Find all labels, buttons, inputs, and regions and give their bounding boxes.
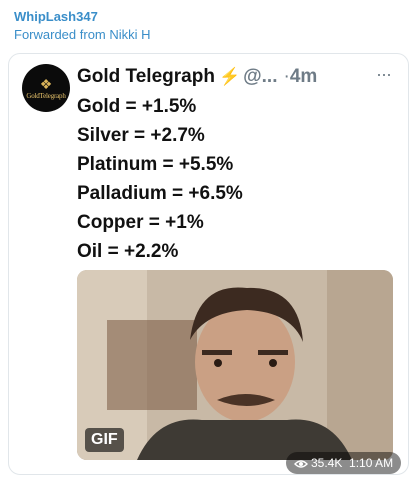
tweet-line-copper: Copper = +1% xyxy=(77,212,204,233)
bolt-icon: ⚡ xyxy=(218,67,241,86)
tweet-card[interactable]: ❖ GoldTelegraph Gold Telegraph ⚡ @... ·4m ·… xyxy=(8,53,409,475)
message-meta: 35.4K 1:10 AM xyxy=(286,452,402,474)
sender-name[interactable]: WhipLash347 xyxy=(14,8,151,26)
gold-logo-icon: ❖ xyxy=(39,75,53,92)
gif-media[interactable]: GIF xyxy=(77,270,393,460)
tweet-time: 4m xyxy=(289,66,318,87)
tweet-line-palladium: Palladium = +6.5% xyxy=(77,183,243,204)
message-header: WhipLash347 Forwarded from Nikki H xyxy=(14,8,151,44)
gif-image xyxy=(77,270,393,460)
more-icon[interactable]: ··· xyxy=(376,64,392,84)
avatar-label: GoldTelegraph xyxy=(26,91,66,100)
eye-icon xyxy=(294,460,308,468)
forwarded-from[interactable]: Forwarded from Nikki H xyxy=(14,26,151,44)
tweet-line-gold: Gold = +1.5% xyxy=(77,96,197,117)
gif-badge: GIF xyxy=(85,428,124,452)
message-time: 1:10 AM xyxy=(349,456,394,470)
tweet-header: Gold Telegraph ⚡ @... ·4m xyxy=(77,66,317,88)
view-count: 35.4K xyxy=(311,456,343,470)
tweet-text: Gold = +1.5% Silver = +2.7% Platinum = +… xyxy=(77,92,243,266)
author-name[interactable]: Gold Telegraph xyxy=(77,66,215,87)
tweet-line-platinum: Platinum = +5.5% xyxy=(77,154,234,175)
tweet-line-oil: Oil = +2.2% xyxy=(77,241,179,262)
avatar[interactable]: ❖ GoldTelegraph xyxy=(22,64,70,112)
tweet-line-silver: Silver = +2.7% xyxy=(77,125,205,146)
author-handle[interactable]: @... xyxy=(243,66,277,87)
